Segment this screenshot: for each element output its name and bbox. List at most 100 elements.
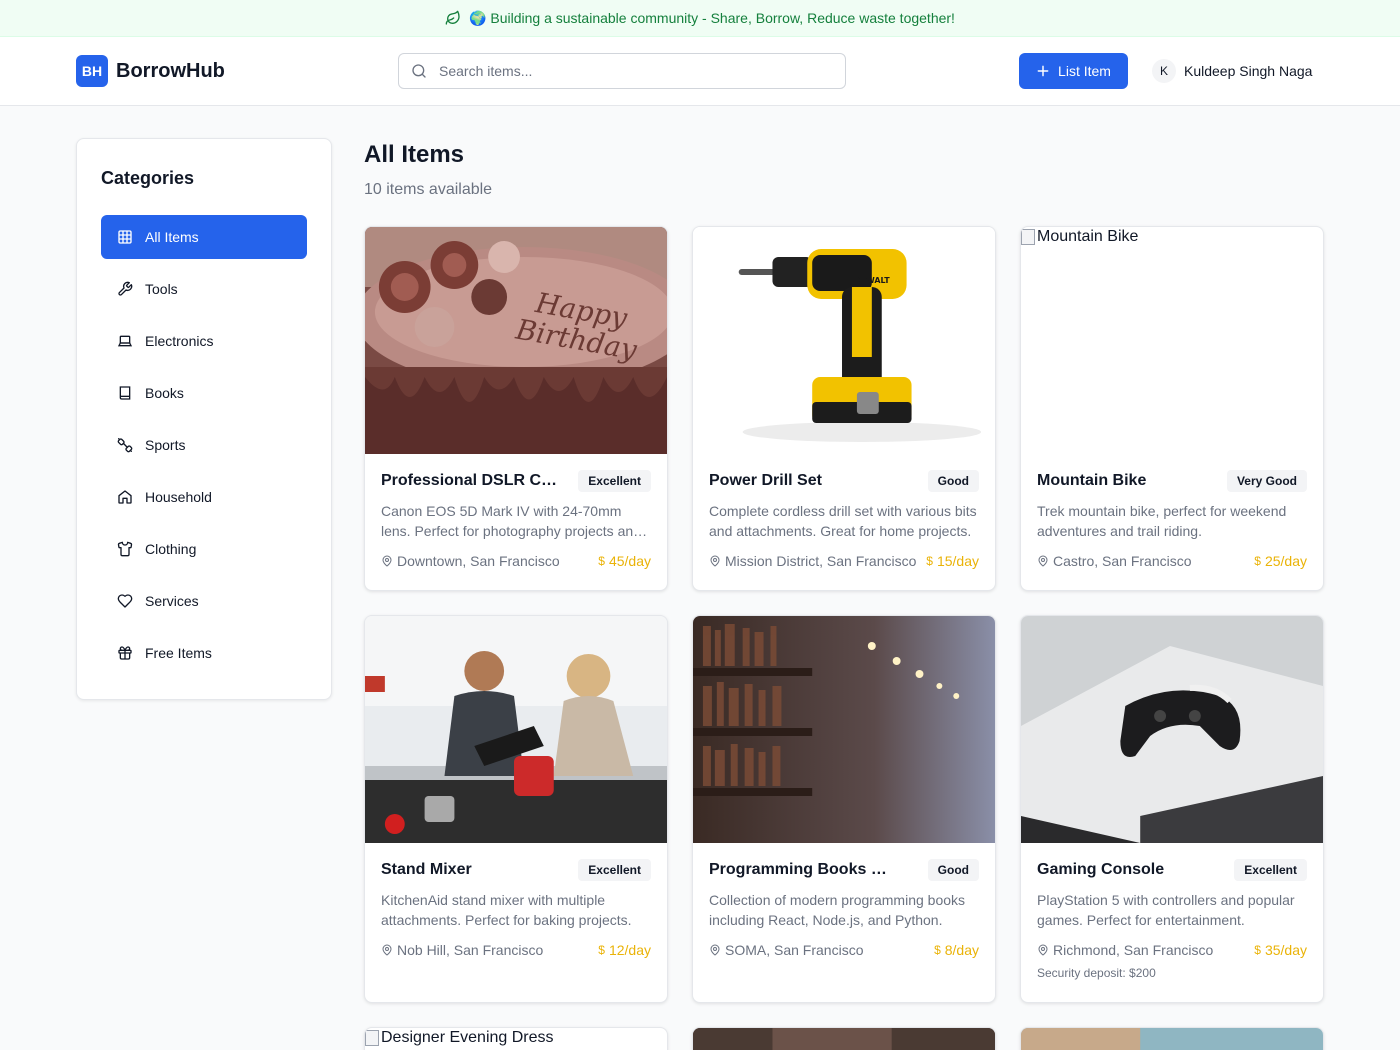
category-electronics[interactable]: Electronics	[101, 319, 307, 363]
item-price: $ 15/day	[926, 553, 979, 569]
item-description: KitchenAid stand mixer with multiple att…	[381, 892, 632, 928]
item-card[interactable]: Mountain Bike Mountain Bike Very Good Tr…	[1020, 226, 1324, 591]
user-menu[interactable]: K Kuldeep Singh Naga	[1152, 59, 1312, 83]
drill-photo: DEWALT	[693, 227, 995, 454]
dollar-icon: $	[1254, 554, 1261, 568]
location-text: Nob Hill, San Francisco	[397, 942, 544, 958]
item-price: $ 25/day	[1254, 553, 1307, 569]
item-title[interactable]: Power Drill Set	[709, 472, 822, 490]
leaf-icon	[445, 10, 460, 25]
item-location: Mission District, San Francisco	[709, 553, 916, 569]
item-card[interactable]: Happy Birthday Professional DSLR Camera …	[364, 226, 668, 591]
category-all-items[interactable]: All Items	[101, 215, 307, 259]
category-free-items[interactable]: Free Items	[101, 631, 307, 675]
condition-badge: Very Good	[1226, 470, 1307, 492]
map-pin-icon	[1038, 555, 1048, 567]
item-description: PlayStation 5 with controllers and popul…	[1037, 892, 1295, 928]
grid-icon	[118, 230, 132, 244]
logo[interactable]: BH BorrowHub	[76, 55, 225, 87]
map-pin-icon	[1038, 944, 1048, 956]
user-name: Kuldeep Singh Naga	[1184, 63, 1313, 79]
category-sports[interactable]: Sports	[101, 423, 307, 467]
price-text: 8/day	[944, 942, 979, 958]
wrench-icon	[118, 281, 133, 296]
console-photo	[1021, 616, 1323, 843]
item-card[interactable]: Designer Evening Dress	[364, 1027, 668, 1050]
item-card[interactable]	[1020, 1027, 1324, 1050]
location-text: SOMA, San Francisco	[725, 942, 864, 958]
price-text: 35/day	[1264, 942, 1307, 958]
kitchen-photo	[365, 616, 667, 843]
svg-text:DEWALT: DEWALT	[854, 276, 890, 285]
broken-image: Designer Evening Dress	[365, 1028, 667, 1047]
item-description: Canon EOS 5D Mark IV with 24-70mm lens. …	[381, 503, 641, 539]
item-image: Mountain Bike	[1021, 227, 1323, 454]
item-title[interactable]: Stand Mixer	[381, 861, 472, 879]
item-photo	[693, 1028, 995, 1050]
item-card[interactable]: Programming Books Collection Good Collec…	[692, 615, 996, 1003]
search-icon	[412, 64, 426, 78]
heart-icon	[117, 594, 133, 608]
category-books[interactable]: Books	[101, 371, 307, 415]
library-photo	[693, 616, 995, 843]
condition-badge: Good	[927, 470, 979, 492]
category-label: Sports	[145, 437, 186, 453]
item-location: Richmond, San Francisco	[1037, 942, 1213, 958]
items-count: 10 items available	[364, 181, 493, 198]
dollar-icon: $	[598, 943, 605, 957]
category-clothing[interactable]: Clothing	[101, 527, 307, 571]
avatar: K	[1152, 59, 1176, 83]
search-input[interactable]	[439, 63, 819, 79]
home-icon	[118, 490, 132, 504]
dumbbell-icon	[117, 438, 133, 453]
condition-badge: Good	[927, 859, 979, 881]
price-text: 12/day	[608, 942, 651, 958]
item-location: SOMA, San Francisco	[709, 942, 864, 958]
item-price: $ 35/day	[1254, 942, 1307, 958]
condition-badge: Excellent	[578, 470, 651, 492]
item-image	[693, 616, 995, 843]
top-header: BH BorrowHub List Item K Kuldeep Singh N…	[0, 37, 1400, 106]
category-label: Free Items	[145, 645, 212, 661]
item-photo	[1021, 1028, 1323, 1050]
search-box[interactable]	[398, 53, 846, 89]
location-text: Castro, San Francisco	[1053, 553, 1192, 569]
item-title[interactable]: Gaming Console	[1037, 861, 1164, 879]
item-description: Trek mountain bike, perfect for weekend …	[1037, 503, 1287, 539]
item-title[interactable]: Professional DSLR Camera	[381, 472, 561, 490]
item-image: Happy Birthday	[365, 227, 667, 454]
category-services[interactable]: Services	[101, 579, 307, 623]
item-card[interactable]: Gaming Console Excellent PlayStation 5 w…	[1020, 615, 1324, 1003]
shirt-icon	[117, 541, 133, 557]
item-location: Nob Hill, San Francisco	[381, 942, 543, 958]
laptop-icon	[117, 335, 133, 347]
item-title[interactable]: Programming Books Collection	[709, 861, 889, 879]
item-price: $ 12/day	[598, 942, 651, 958]
image-alt-text: Designer Evening Dress	[381, 1029, 554, 1046]
plus-icon	[1037, 65, 1049, 77]
category-household[interactable]: Household	[101, 475, 307, 519]
item-card[interactable]: DEWALT Power Drill Set Good Complete cor…	[692, 226, 996, 591]
category-label: Services	[145, 593, 199, 609]
item-price: $ 8/day	[934, 942, 979, 958]
location-text: Downtown, San Francisco	[397, 553, 560, 569]
item-title[interactable]: Mountain Bike	[1037, 472, 1146, 490]
item-card[interactable]: Stand Mixer Excellent KitchenAid stand m…	[364, 615, 668, 1003]
map-pin-icon	[382, 944, 392, 956]
dollar-icon: $	[598, 554, 605, 568]
category-label: Household	[145, 489, 212, 505]
category-label: Tools	[145, 281, 178, 297]
categories-panel: Categories All Items Tools Electronics B…	[76, 138, 332, 700]
banner-text: 🌍 Building a sustainable community - Sha…	[469, 9, 955, 26]
category-label: Books	[145, 385, 184, 401]
location-text: Richmond, San Francisco	[1053, 942, 1214, 958]
list-item-label: List Item	[1058, 63, 1111, 79]
price-text: 45/day	[608, 553, 651, 569]
item-card[interactable]	[692, 1027, 996, 1050]
logo-badge: BH	[76, 55, 108, 87]
item-description: Collection of modern programming books i…	[709, 892, 966, 928]
book-icon	[119, 386, 131, 400]
dollar-icon: $	[934, 943, 941, 957]
category-tools[interactable]: Tools	[101, 267, 307, 311]
list-item-button[interactable]: List Item	[1019, 53, 1128, 89]
